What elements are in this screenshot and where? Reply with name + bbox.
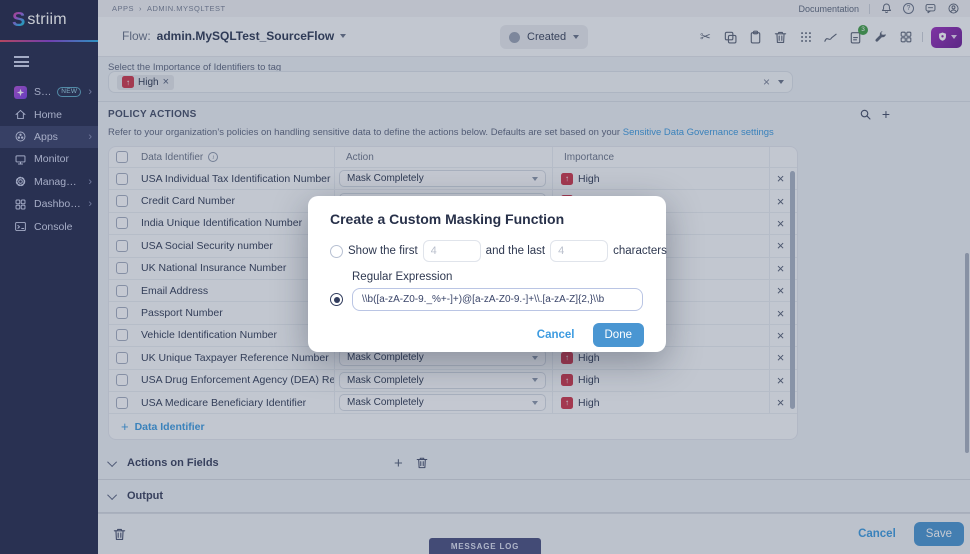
show-first-last-radio[interactable] — [330, 245, 343, 258]
modal-title: Create a Custom Masking Function — [330, 211, 644, 227]
custom-masking-modal: Create a Custom Masking Function Show th… — [308, 196, 666, 352]
regex-radio[interactable] — [330, 293, 343, 306]
regex-label: Regular Expression — [352, 271, 643, 283]
first-chars-input[interactable] — [423, 240, 481, 262]
last-chars-input[interactable] — [550, 240, 608, 262]
modal-done-button[interactable]: Done — [593, 323, 645, 347]
regex-option: Regular Expression — [330, 271, 644, 311]
modal-cancel-button[interactable]: Cancel — [537, 329, 575, 341]
show-first-last-option: Show the first and the last characters — [330, 240, 644, 262]
regex-input[interactable] — [352, 288, 643, 311]
